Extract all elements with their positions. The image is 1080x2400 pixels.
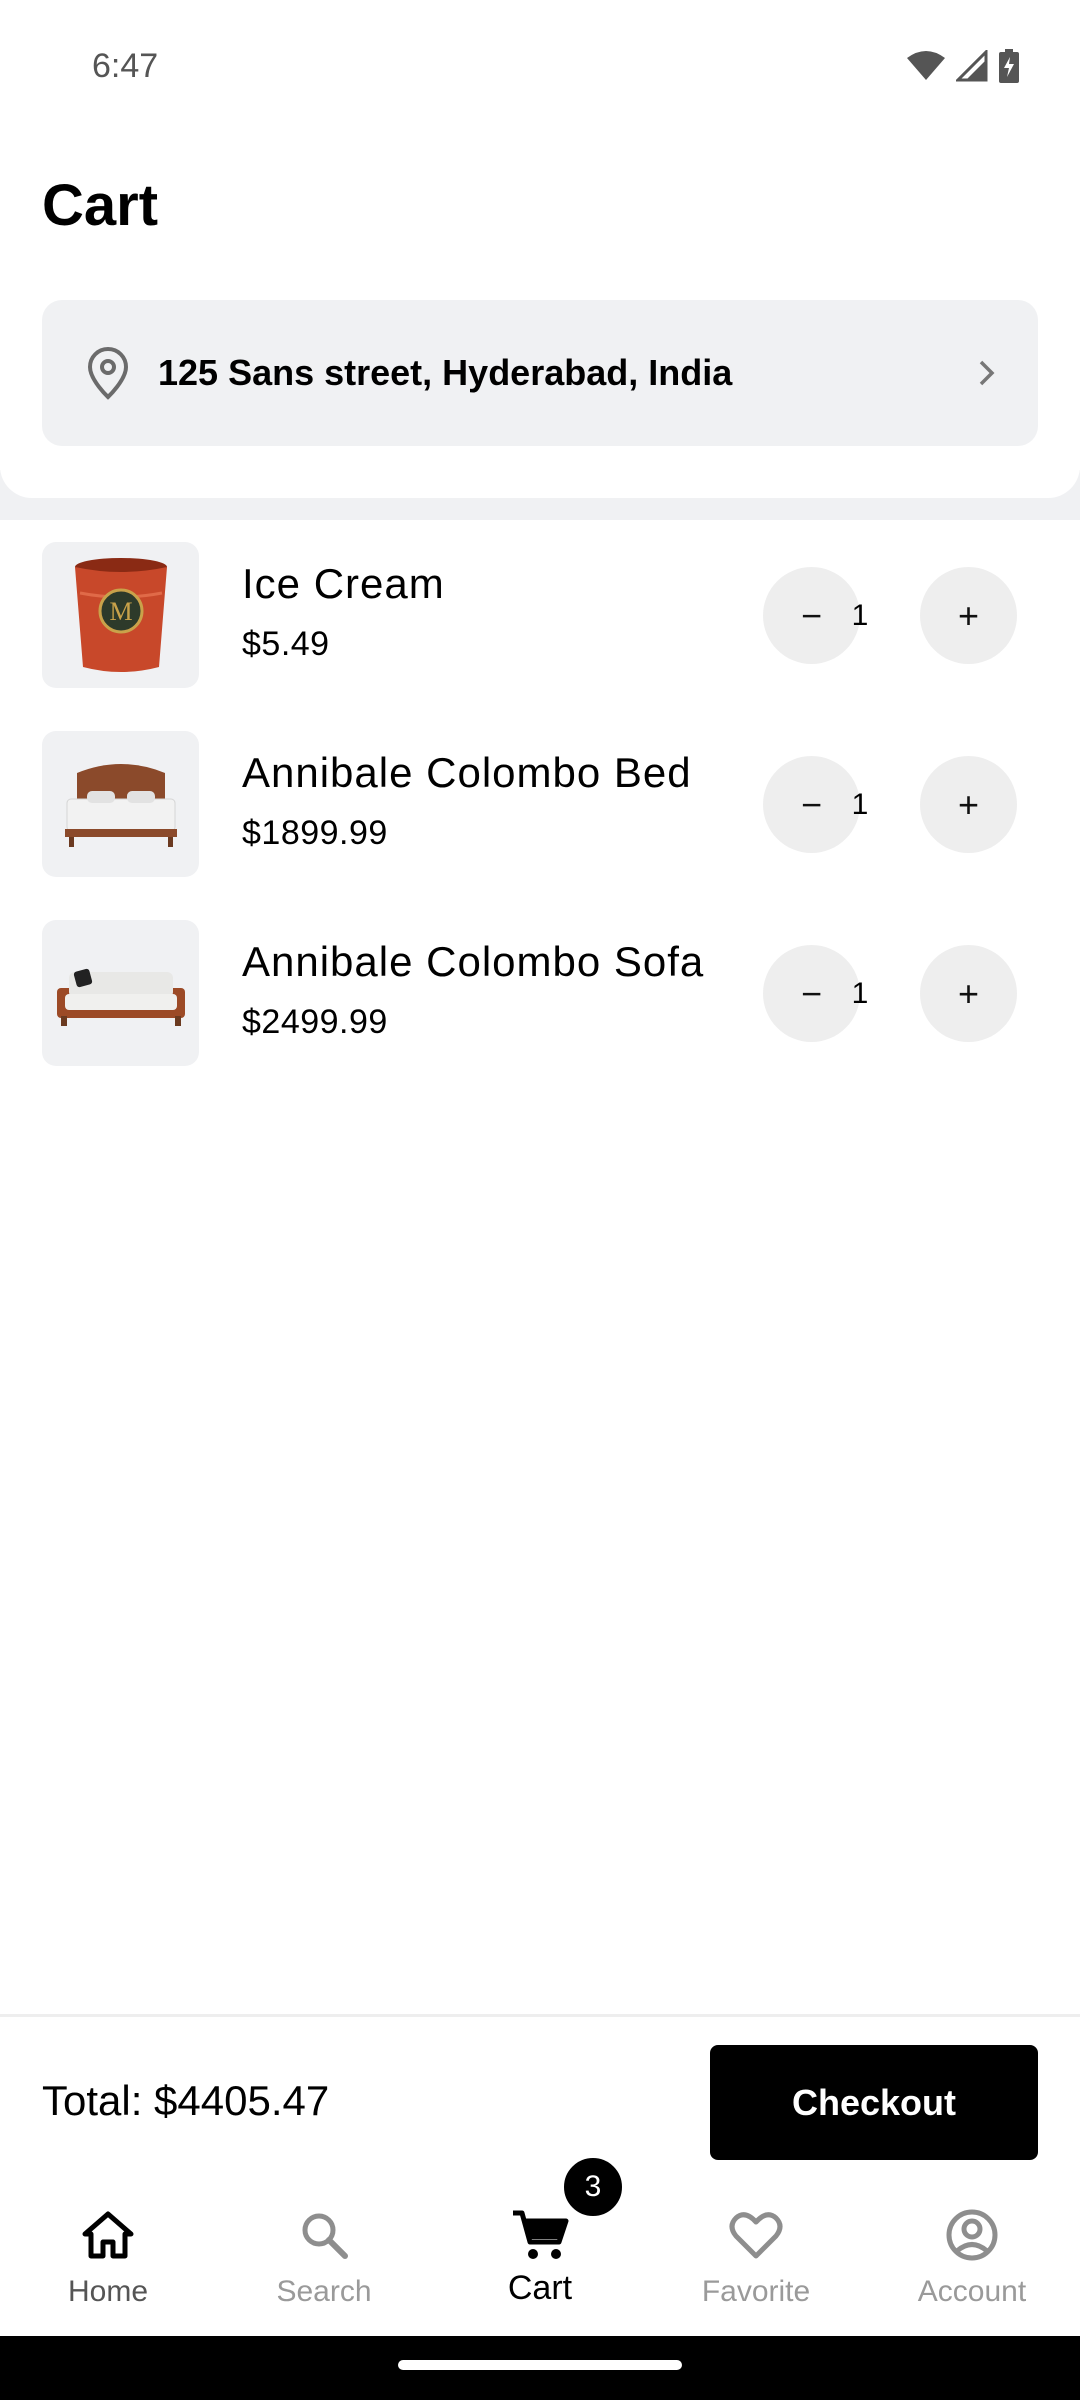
increase-quantity-button[interactable]: + bbox=[920, 945, 1017, 1042]
checkout-button[interactable]: Checkout bbox=[710, 2045, 1038, 2160]
plus-icon: + bbox=[957, 783, 980, 825]
nav-label: Account bbox=[917, 2275, 1027, 2308]
battery-charging-icon bbox=[999, 49, 1019, 83]
minus-icon: − bbox=[800, 783, 823, 825]
cart-item: Annibale Colombo Bed $1899.99 − 1 + bbox=[0, 731, 1080, 920]
cart-total: Total: $4405.47 bbox=[42, 2077, 330, 2124]
sofa-icon bbox=[56, 968, 185, 1026]
cart-header: Cart 125 Sans street, Hyderabad, India bbox=[0, 132, 1080, 498]
plus-icon: + bbox=[957, 972, 980, 1014]
item-name: Annibale Colombo Sofa bbox=[242, 938, 705, 985]
ice-cream-tub-icon: M bbox=[74, 558, 167, 672]
nav-item-account[interactable]: Account bbox=[864, 2184, 1080, 2336]
nav-label: Home bbox=[67, 2275, 149, 2308]
item-image[interactable]: M bbox=[42, 542, 199, 688]
home-icon bbox=[82, 2211, 134, 2259]
nav-item-search[interactable]: Search bbox=[216, 2184, 432, 2336]
page-title: Cart bbox=[42, 173, 159, 238]
nav-label: Favorite bbox=[701, 2275, 811, 2308]
item-price: $2499.99 bbox=[242, 1003, 388, 1041]
bottom-navigation: Home Search Cart 3 Favorite Account bbox=[0, 2154, 1080, 2336]
item-name: Annibale Colombo Bed bbox=[242, 749, 692, 796]
item-quantity: 1 bbox=[851, 787, 869, 821]
nav-label: Cart bbox=[507, 2269, 573, 2307]
item-quantity: 1 bbox=[851, 976, 869, 1010]
nav-item-home[interactable]: Home bbox=[0, 2184, 216, 2336]
chevron-right-icon bbox=[979, 360, 995, 386]
minus-icon: − bbox=[800, 594, 823, 636]
cart-count-badge: 3 bbox=[560, 2154, 626, 2220]
item-price: $1899.99 bbox=[242, 814, 388, 852]
cell-signal-icon bbox=[956, 50, 988, 82]
status-icons bbox=[906, 49, 1020, 83]
bed-icon bbox=[64, 764, 177, 847]
wifi-icon bbox=[907, 51, 945, 80]
minus-icon: − bbox=[800, 972, 823, 1014]
location-pin-icon bbox=[87, 346, 129, 400]
cart-item-list: M Ice Cream $5.49 − 1 + Annibale Colombo… bbox=[0, 542, 1080, 1109]
increase-quantity-button[interactable]: + bbox=[920, 756, 1017, 853]
cart-item: Annibale Colombo Sofa $2499.99 − 1 + bbox=[0, 920, 1080, 1109]
status-bar: 6:47 bbox=[0, 0, 1080, 132]
nav-item-cart[interactable]: Cart 3 bbox=[432, 2154, 648, 2336]
increase-quantity-button[interactable]: + bbox=[920, 567, 1017, 664]
svg-text:M: M bbox=[109, 597, 132, 626]
heart-icon bbox=[729, 2212, 783, 2259]
cart-item: M Ice Cream $5.49 − 1 + bbox=[0, 542, 1080, 731]
cart-icon bbox=[513, 2210, 569, 2259]
item-quantity: 1 bbox=[851, 598, 869, 632]
item-price: $5.49 bbox=[242, 625, 330, 663]
status-time: 6:47 bbox=[92, 46, 159, 85]
nav-item-favorite[interactable]: Favorite bbox=[648, 2184, 864, 2336]
delivery-address-card[interactable]: 125 Sans street, Hyderabad, India bbox=[42, 300, 1038, 446]
delivery-address-text: 125 Sans street, Hyderabad, India bbox=[158, 352, 733, 393]
checkout-bar: Total: $4405.47 Checkout bbox=[0, 2014, 1080, 2184]
plus-icon: + bbox=[957, 594, 980, 636]
nav-label: Search bbox=[276, 2275, 372, 2308]
item-image[interactable] bbox=[42, 920, 199, 1066]
home-gesture-indicator[interactable] bbox=[398, 2360, 682, 2370]
item-image[interactable] bbox=[42, 731, 199, 877]
item-name: Ice Cream bbox=[242, 560, 445, 607]
search-icon bbox=[302, 2213, 348, 2259]
account-icon bbox=[946, 2209, 998, 2261]
